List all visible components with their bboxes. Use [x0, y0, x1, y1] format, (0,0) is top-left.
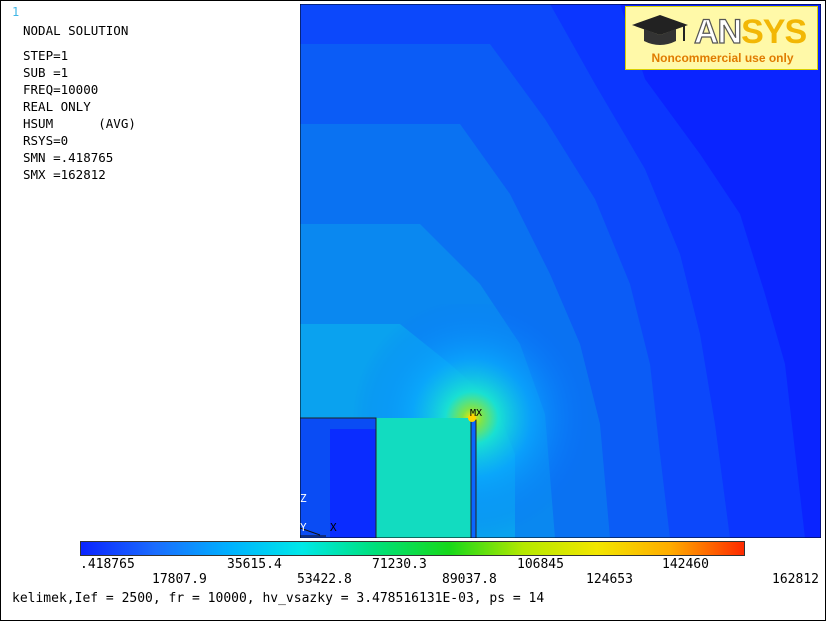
legend-label-bottom-4: 162812 — [772, 572, 819, 587]
legend-label-top-4: 142460 — [662, 557, 709, 572]
info-sub: SUB =1 — [23, 65, 69, 80]
triad-y-label: Y — [300, 521, 307, 534]
info-freq: FREQ=10000 — [23, 82, 99, 97]
triad-x-label: X — [330, 521, 337, 534]
legend-label-bottom-1: 53422.8 — [297, 572, 352, 587]
legend-label-bottom-3: 124653 — [586, 572, 633, 587]
solution-info-panel: NODAL SOLUTION STEP=1 SUB =1 FREQ=10000 … — [23, 22, 136, 183]
mx-label: MX — [470, 408, 482, 419]
graduation-cap-icon — [632, 15, 688, 45]
info-hsum: HSUM (AVG) — [23, 116, 136, 131]
triad-z-label: Z — [300, 492, 307, 505]
ansys-wordmark: ANSYS — [693, 12, 807, 51]
coil-outline — [470, 419, 477, 538]
info-title: NODAL SOLUTION — [23, 23, 129, 38]
info-rsys: RSYS=0 — [23, 133, 69, 148]
ansys-logo: ANSYS Noncommercial use only — [625, 6, 818, 70]
contour-plot[interactable]: MX Z Y X — [300, 4, 821, 538]
crucible-fill — [376, 418, 471, 538]
info-step: STEP=1 — [23, 48, 69, 63]
legend-label-top-3: 106845 — [517, 557, 564, 572]
crucible-core — [330, 429, 376, 538]
plot-subtitle: kelimek,Ief = 2500, fr = 10000, hv_vsazk… — [12, 591, 545, 606]
legend-colorbar — [80, 541, 745, 556]
legend-label-bottom-0: 17807.9 — [152, 572, 207, 587]
legend-label-top-1: 35615.4 — [227, 557, 282, 572]
window-number: 1 — [12, 5, 20, 19]
legend-label-top-2: 71230.3 — [372, 557, 427, 572]
legend-label-top-0: .418765 — [80, 557, 135, 572]
noncommercial-note: Noncommercial use only — [651, 51, 794, 65]
info-smn: SMN =.418765 — [23, 150, 114, 165]
info-smx: SMX =162812 — [23, 167, 106, 182]
legend-label-bottom-2: 89037.8 — [442, 572, 497, 587]
info-real: REAL ONLY — [23, 99, 91, 114]
